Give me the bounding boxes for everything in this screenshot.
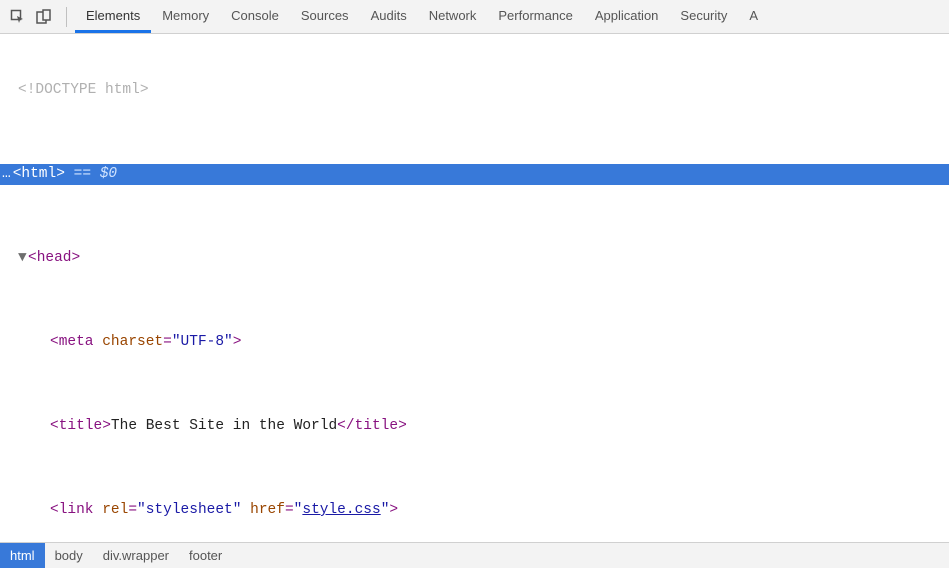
panel-tabs: Elements Memory Console Sources Audits N… [75,0,769,33]
stylesheet-link[interactable]: style.css [302,502,380,518]
tab-network[interactable]: Network [418,0,488,33]
tab-more[interactable]: A [738,0,769,33]
inspect-icon[interactable] [6,5,30,29]
tab-elements[interactable]: Elements [75,0,151,33]
chevron-down-icon[interactable]: ▼ [18,248,28,269]
breadcrumb-item[interactable]: body [45,543,93,568]
breadcrumb-item[interactable]: div.wrapper [93,543,179,568]
tree-row[interactable]: ▼<head> [0,248,949,269]
ellipsis-icon: … [0,166,13,182]
devtools-toolbar: Elements Memory Console Sources Audits N… [0,0,949,34]
tab-application[interactable]: Application [584,0,670,33]
breadcrumb: html body div.wrapper footer [0,542,949,568]
tab-performance[interactable]: Performance [487,0,583,33]
device-toggle-icon[interactable] [32,5,56,29]
tree-row[interactable]: <title>The Best Site in the World</title… [0,416,949,437]
toolbar-divider [66,7,67,27]
tab-memory[interactable]: Memory [151,0,220,33]
tree-row[interactable]: <!DOCTYPE html> [0,80,949,101]
tree-row[interactable]: <link rel="stylesheet" href="style.css"> [0,500,949,521]
tree-row[interactable]: <meta charset="UTF-8"> [0,332,949,353]
doctype-text: <!DOCTYPE html> [18,82,149,98]
elements-tree[interactable]: <!DOCTYPE html> …<html> == $0 ▼<head> <m… [0,34,949,542]
tree-row-selected[interactable]: …<html> == $0 [0,164,949,185]
tab-sources[interactable]: Sources [290,0,360,33]
tab-audits[interactable]: Audits [360,0,418,33]
breadcrumb-item[interactable]: html [0,543,45,568]
breadcrumb-item[interactable]: footer [179,543,232,568]
tab-console[interactable]: Console [220,0,290,33]
tab-security[interactable]: Security [669,0,738,33]
